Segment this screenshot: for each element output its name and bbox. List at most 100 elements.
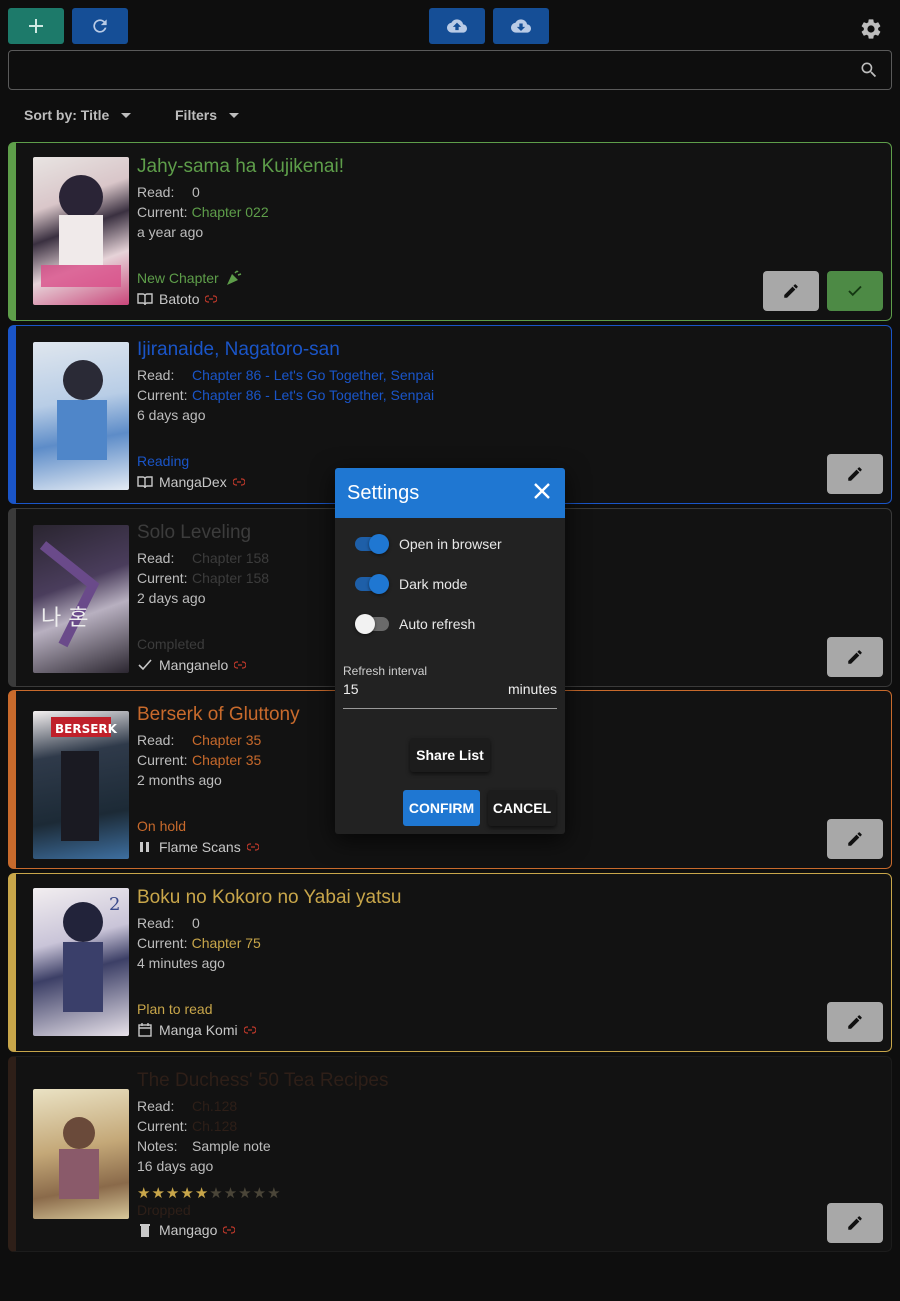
updated-time: 2 months ago bbox=[137, 772, 222, 788]
updated-time: 2 days ago bbox=[137, 590, 206, 606]
download-button[interactable] bbox=[493, 8, 549, 44]
pencil-icon bbox=[848, 650, 862, 664]
read-value: 0 bbox=[192, 184, 200, 200]
current-value[interactable]: Chapter 75 bbox=[192, 935, 261, 951]
search-icon[interactable] bbox=[859, 60, 879, 85]
edit-button[interactable] bbox=[827, 454, 883, 494]
filters-dropdown[interactable]: Filters bbox=[175, 100, 240, 130]
edit-button[interactable] bbox=[827, 819, 883, 859]
cover-image bbox=[33, 157, 129, 305]
refresh-interval-input[interactable]: 15 bbox=[343, 681, 359, 697]
manga-title[interactable]: Solo Leveling bbox=[137, 522, 251, 544]
cover-image: 2 bbox=[33, 888, 129, 1036]
source-link[interactable]: Mangago bbox=[137, 1222, 236, 1238]
status-label: Plan to read bbox=[137, 1001, 213, 1017]
manga-title[interactable]: Ijiranaide, Nagatoro-san bbox=[137, 339, 340, 361]
edit-button[interactable] bbox=[827, 1002, 883, 1042]
edit-button[interactable] bbox=[763, 271, 819, 311]
pencil-icon bbox=[848, 467, 862, 481]
manga-title[interactable]: The Duchess' 50 Tea Recipes bbox=[137, 1070, 388, 1092]
manga-title[interactable]: Jahy-sama ha Kujikenai! bbox=[137, 156, 344, 178]
dark-mode-toggle[interactable] bbox=[355, 574, 389, 594]
star-icon[interactable]: ★ bbox=[238, 1185, 252, 1202]
current-value[interactable]: Ch.128 bbox=[192, 1118, 237, 1134]
pause-icon bbox=[137, 840, 153, 854]
status-label: On hold bbox=[137, 818, 187, 834]
source-link[interactable]: Flame Scans bbox=[137, 839, 259, 855]
current-value[interactable]: Chapter 158 bbox=[192, 570, 269, 586]
manga-card: 2 Boku no Kokoro no Yabai yatsu Read: 0 C… bbox=[8, 873, 892, 1052]
close-icon[interactable] bbox=[533, 482, 551, 505]
edit-button[interactable] bbox=[827, 637, 883, 677]
open-in-browser-toggle[interactable] bbox=[355, 534, 389, 554]
refresh-button[interactable] bbox=[72, 8, 128, 44]
refresh-icon bbox=[93, 19, 107, 33]
status-label: Dropped bbox=[137, 1202, 191, 1218]
cancel-button[interactable]: CANCEL bbox=[488, 790, 556, 826]
add-button[interactable] bbox=[8, 8, 64, 44]
broken-link-icon bbox=[232, 478, 245, 486]
read-value[interactable]: Chapter 86 - Let's Go Together, Senpai bbox=[192, 367, 434, 383]
read-value[interactable]: Ch.128 bbox=[192, 1098, 237, 1114]
sort-dropdown[interactable]: Sort by: Title bbox=[24, 100, 132, 130]
read-row: Read: Ch.128 bbox=[137, 1098, 238, 1114]
read-row: Read: 0 bbox=[137, 915, 200, 931]
settings-dialog: Settings Open in browser Dark mode Auto … bbox=[335, 468, 565, 834]
search-input[interactable] bbox=[9, 51, 891, 89]
dark-mode-label: Dark mode bbox=[399, 576, 468, 592]
cover-image bbox=[33, 342, 129, 490]
edit-button[interactable] bbox=[827, 1203, 883, 1243]
star-icon[interactable]: ★ bbox=[151, 1185, 165, 1202]
manga-title[interactable]: Boku no Kokoro no Yabai yatsu bbox=[137, 887, 401, 909]
settings-button[interactable] bbox=[854, 12, 888, 46]
filters-label: Filters bbox=[175, 107, 218, 123]
source-link[interactable]: Batoto bbox=[137, 291, 218, 307]
share-list-button[interactable]: Share List bbox=[410, 738, 490, 772]
read-row: Read: Chapter 158 bbox=[137, 550, 270, 566]
manga-card: The Duchess' 50 Tea Recipes Read: Ch.128 … bbox=[8, 1056, 892, 1252]
read-value[interactable]: Chapter 35 bbox=[192, 732, 261, 748]
status-label: Reading bbox=[137, 453, 190, 469]
auto-refresh-row: Auto refresh bbox=[355, 614, 476, 634]
source-link[interactable]: MangaDex bbox=[137, 474, 245, 490]
pencil-icon bbox=[848, 1015, 862, 1029]
source-link[interactable]: Manganelo bbox=[137, 657, 247, 673]
read-value: 0 bbox=[192, 915, 200, 931]
broken-link-icon bbox=[223, 1226, 236, 1234]
updated-time: a year ago bbox=[137, 224, 204, 240]
sort-label: Sort by: Title bbox=[24, 107, 110, 123]
star-icon[interactable]: ★ bbox=[267, 1185, 281, 1202]
svg-text:나 혼: 나 혼 bbox=[41, 606, 88, 631]
star-icon[interactable]: ★ bbox=[137, 1185, 151, 1202]
status-label: New Chapter bbox=[137, 270, 243, 286]
star-icon[interactable]: ★ bbox=[224, 1185, 238, 1202]
current-value[interactable]: Chapter 022 bbox=[192, 204, 269, 220]
star-rating[interactable]: ★★★★★★★★★★ bbox=[137, 1184, 282, 1202]
broken-link-icon bbox=[234, 661, 247, 669]
calendar-icon bbox=[137, 1023, 153, 1037]
source-link[interactable]: Manga Komi bbox=[137, 1022, 256, 1038]
manga-card: Jahy-sama ha Kujikenai! Read: 0 Current: C… bbox=[8, 142, 892, 321]
book-open-icon bbox=[137, 292, 153, 306]
star-icon[interactable]: ★ bbox=[209, 1185, 223, 1202]
auto-refresh-toggle[interactable] bbox=[355, 614, 389, 634]
dialog-title: Settings bbox=[347, 481, 420, 504]
check-icon bbox=[137, 658, 153, 672]
star-icon[interactable]: ★ bbox=[180, 1185, 194, 1202]
manga-title[interactable]: Berserk of Gluttony bbox=[137, 704, 300, 726]
star-icon[interactable]: ★ bbox=[195, 1185, 209, 1202]
confirm-button[interactable]: CONFIRM bbox=[403, 790, 480, 826]
mark-read-button[interactable] bbox=[827, 271, 883, 311]
current-row: Current: Chapter 75 bbox=[137, 935, 261, 951]
svg-text:2: 2 bbox=[109, 894, 120, 915]
current-value[interactable]: Chapter 35 bbox=[192, 752, 261, 768]
star-icon[interactable]: ★ bbox=[253, 1185, 267, 1202]
auto-refresh-label: Auto refresh bbox=[399, 616, 476, 632]
updated-time: 4 minutes ago bbox=[137, 955, 225, 971]
current-row: Current: Chapter 022 bbox=[137, 204, 269, 220]
read-value[interactable]: Chapter 158 bbox=[192, 550, 269, 566]
current-value[interactable]: Chapter 86 - Let's Go Together, Senpai bbox=[192, 387, 434, 403]
star-icon[interactable]: ★ bbox=[166, 1185, 180, 1202]
upload-button[interactable] bbox=[429, 8, 485, 44]
pencil-icon bbox=[848, 1216, 862, 1230]
